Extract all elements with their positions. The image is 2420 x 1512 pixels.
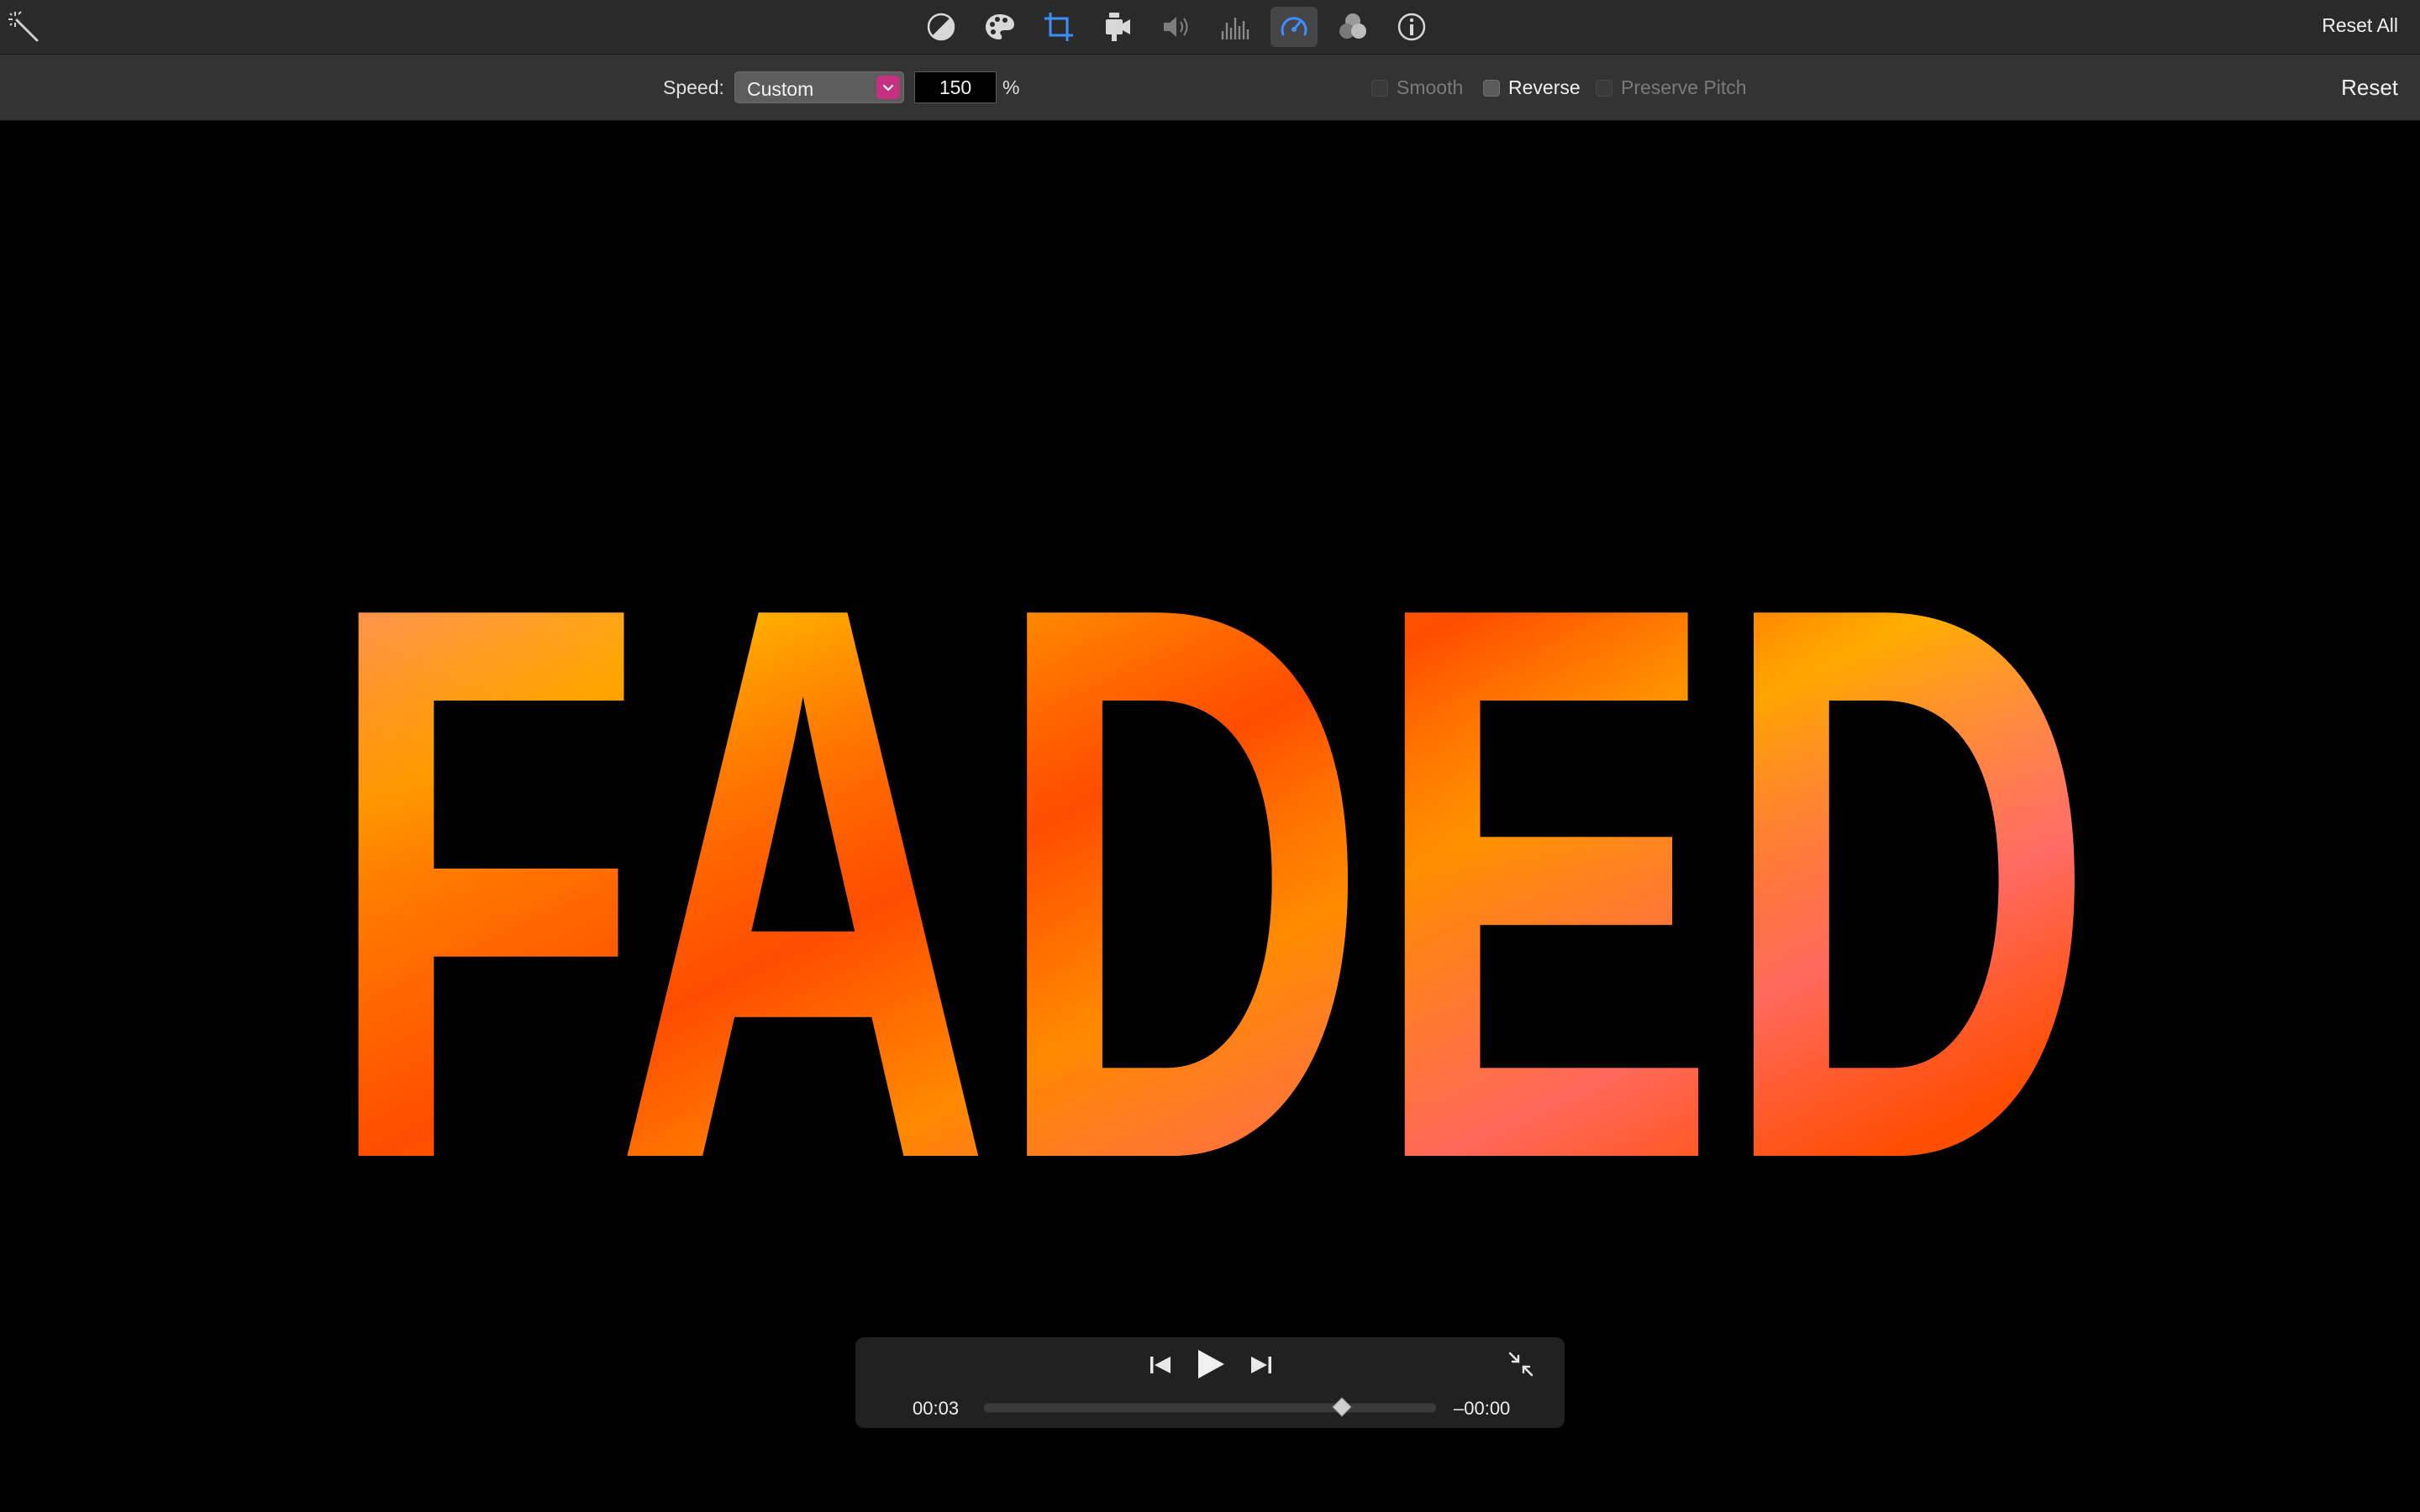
clip-filter-icon [1339, 13, 1366, 39]
color-correction-button[interactable] [976, 7, 1023, 47]
color-balance-icon [927, 13, 955, 41]
speed-controls-bar: Speed: Custom 150 % Smooth Reverse Prese… [0, 55, 2420, 121]
faded-title-swirl-overlay: FADED [324, 442, 2096, 1324]
noise-reduction-icon [1221, 18, 1249, 39]
volume-icon [1164, 17, 1188, 37]
reset-all-button[interactable]: Reset All [2322, 14, 2398, 37]
video-viewer: FADED FADED 00:03 –00:00 [0, 121, 2420, 1512]
scrubber-track[interactable] [983, 1403, 1437, 1413]
skip-forward-icon [1251, 1357, 1271, 1373]
crop-icon [1044, 13, 1073, 41]
chevron-down-icon [876, 76, 900, 99]
skip-back-icon [1150, 1357, 1171, 1373]
color-correction-icon [986, 14, 1014, 39]
smooth-label: Smooth [1397, 76, 1464, 98]
info-icon [1397, 13, 1426, 41]
volume-button[interactable] [1153, 7, 1200, 47]
stabilization-icon [1106, 13, 1130, 41]
enhance-wand-icon[interactable] [8, 10, 42, 44]
reset-button[interactable]: Reset [2341, 75, 2398, 101]
preserve-pitch-checkbox-box [1596, 79, 1612, 97]
color-balance-button[interactable] [918, 7, 965, 47]
speed-dropdown[interactable]: Custom [734, 71, 904, 103]
adjustment-tool-group [918, 7, 1435, 47]
smooth-checkbox[interactable]: Smooth [1371, 76, 1463, 99]
smooth-checkbox-box [1371, 79, 1388, 97]
speed-label: Speed: [663, 76, 724, 98]
reverse-label: Reverse [1508, 76, 1581, 98]
exit-fullscreen-button[interactable] [1506, 1349, 1536, 1379]
speed-icon [1281, 17, 1307, 36]
remaining-time: –00:00 [1454, 1398, 1511, 1419]
elapsed-time: 00:03 [913, 1398, 960, 1419]
scrubber-handle[interactable] [1331, 1397, 1352, 1417]
preserve-pitch-label: Preserve Pitch [1621, 76, 1747, 98]
speed-button[interactable] [1270, 7, 1318, 47]
clip-filter-button[interactable] [1329, 7, 1376, 47]
play-icon [1198, 1350, 1224, 1378]
play-button[interactable] [1192, 1346, 1228, 1383]
video-frame: FADED FADED [324, 442, 2096, 1324]
reverse-checkbox[interactable]: Reverse [1483, 76, 1581, 99]
preserve-pitch-checkbox[interactable]: Preserve Pitch [1596, 76, 1747, 99]
reverse-checkbox-box [1483, 79, 1500, 97]
skip-back-button[interactable] [1146, 1351, 1175, 1379]
noise-reduction-button[interactable] [1212, 7, 1259, 47]
crop-button[interactable] [1035, 7, 1082, 47]
percent-unit-label: % [1002, 76, 1020, 98]
exit-fullscreen-icon [1508, 1352, 1534, 1377]
adjustments-toolbar: Reset All [0, 0, 2420, 55]
speed-dropdown-value: Custom [747, 78, 814, 100]
info-button[interactable] [1388, 7, 1435, 47]
speed-percent-input[interactable]: 150 [914, 71, 997, 103]
stabilization-button[interactable] [1094, 7, 1141, 47]
playback-hud: 00:03 –00:00 [855, 1337, 1565, 1428]
skip-forward-button[interactable] [1247, 1351, 1276, 1379]
